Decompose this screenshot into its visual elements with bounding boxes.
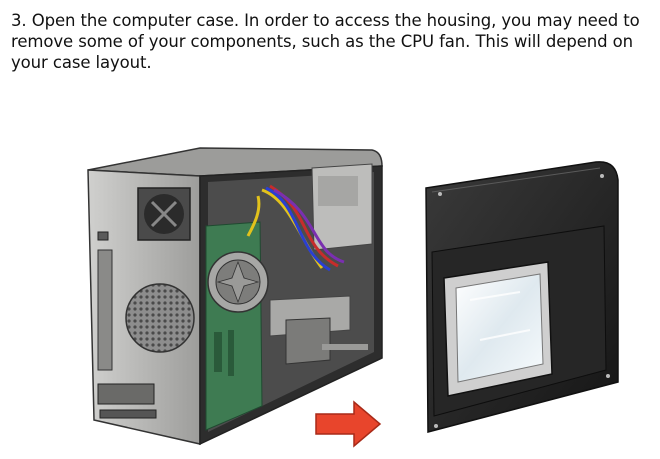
- direction-arrow: [315, 400, 382, 448]
- computer-case: [87, 147, 383, 446]
- step-instruction-text: 3. Open the computer case. In order to a…: [11, 11, 640, 72]
- case-side-panel: [425, 161, 619, 433]
- computer-case-illustration: [87, 147, 619, 448]
